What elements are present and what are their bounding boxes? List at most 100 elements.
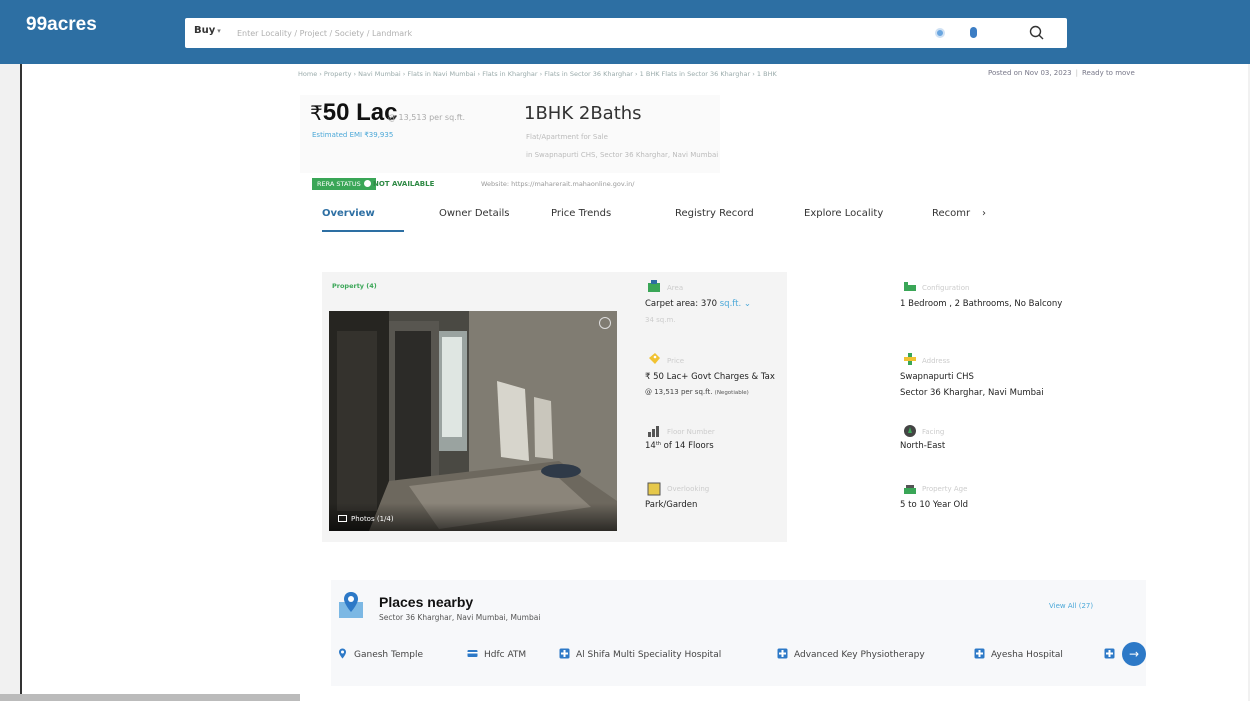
building-age-icon <box>904 485 916 494</box>
nearby-item[interactable]: Advanced Key Physiotherapy <box>777 648 925 660</box>
rera-status: NOT AVAILABLE <box>373 180 435 188</box>
section-tabs: Overview Owner Details Price Trends Regi… <box>322 202 1022 234</box>
overlooking-icon <box>647 482 661 496</box>
places-nearby-subtitle: Sector 36 Kharghar, Navi Mumbai, Mumbai <box>379 613 541 622</box>
camera-icon <box>338 515 347 522</box>
hospital-icon <box>559 648 570 659</box>
search-input[interactable] <box>237 22 917 44</box>
address-icon <box>904 353 916 365</box>
age-value: 5 to 10 Year Old <box>900 500 969 510</box>
possession-status: Ready to move <box>1081 69 1135 77</box>
carpet-area: Carpet area: 370 <box>645 299 718 309</box>
nearby-item[interactable]: Hdfc ATM <box>467 648 526 660</box>
area-value: Carpet area: 370 sq.ft. ⌄ <box>645 299 751 309</box>
floor-icon <box>648 426 659 437</box>
area-sqm: 34 sq.m. <box>645 316 676 324</box>
floor-total: of 14 Floors <box>660 441 714 451</box>
property-config: 1BHK 2Baths <box>524 103 642 124</box>
age-title: Property Age <box>922 485 968 493</box>
address-value: Swapnapurti CHS <box>900 372 974 382</box>
nearby-item-label: Ganesh Temple <box>354 650 424 660</box>
price-value: 50 Lac <box>322 99 398 126</box>
nearby-item[interactable]: Al Shifa Multi Speciality Hospital <box>559 648 721 660</box>
places-nearby-title: Places nearby <box>379 594 474 610</box>
buy-label: Buy <box>194 25 216 36</box>
posted-date: Posted on Nov 03, 2023 <box>988 69 1072 77</box>
floor-number: 14 <box>645 441 656 451</box>
buy-dropdown[interactable]: Buy ▾ <box>194 25 221 36</box>
negotiable-label: (Negotiable) <box>714 390 749 396</box>
price-per-sqft: @ 13,513 per sq.ft. <box>388 113 466 122</box>
location-icon[interactable] <box>935 28 945 38</box>
search-bar: Buy ▾ <box>185 18 1067 48</box>
microphone-icon[interactable] <box>970 27 977 38</box>
active-tab-indicator <box>322 230 404 232</box>
nearby-item[interactable]: Ganesh Temple <box>337 648 423 660</box>
photos-count[interactable]: Photos (1/4) <box>351 515 394 523</box>
places-nearby-section: Places nearby Sector 36 Kharghar, Navi M… <box>331 580 1146 686</box>
site-logo[interactable]: 99acres <box>26 14 97 36</box>
config-value: 1 Bedroom , 2 Bathrooms, No Balcony <box>900 299 1063 309</box>
price-tag-icon <box>649 353 660 364</box>
breadcrumb[interactable]: Home › Property › Navi Mumbai › Flats in… <box>298 70 938 78</box>
rera-website[interactable]: Website: https://maharerait.mahaonline.g… <box>481 180 634 188</box>
info-icon <box>363 180 371 187</box>
nearby-item-partial[interactable] <box>1104 648 1121 660</box>
zoom-icon[interactable] <box>599 317 611 329</box>
nearby-item-label: Hdfc ATM <box>484 650 527 660</box>
search-icon[interactable] <box>1028 24 1046 42</box>
tab-explore-locality[interactable]: Explore Locality <box>804 208 883 219</box>
nearby-item-label: Advanced Key Physiotherapy <box>794 650 925 660</box>
facing-title: Facing <box>922 428 945 436</box>
config-title: Configuration <box>922 284 970 292</box>
facing-value: North-East <box>900 441 946 451</box>
bedroom-photo-image <box>329 311 617 531</box>
property-type: Flat/Apartment for Sale <box>526 133 608 141</box>
hospital-icon <box>777 648 788 659</box>
gallery-label: Property (4) <box>332 282 377 290</box>
tab-owner-details[interactable]: Owner Details <box>439 208 510 219</box>
price-rate: @ 13,513 per sq.ft. <box>645 388 713 396</box>
nearby-list: Ganesh Temple Hdfc ATM Al Shifa Multi Sp… <box>337 648 1127 666</box>
area-unit-dropdown[interactable]: sq.ft. ⌄ <box>720 299 751 309</box>
overlooking-value: Park/Garden <box>645 500 698 510</box>
overlooking-title: Overlooking <box>667 485 710 493</box>
top-header: 99acres Buy ▾ <box>0 0 1250 64</box>
area-title: Area <box>667 284 684 292</box>
map-pin-icon <box>339 592 363 618</box>
view-all-link[interactable]: View All (27) <box>1049 602 1093 610</box>
tab-recommendations[interactable]: Recomr <box>932 208 970 219</box>
posted-info: Posted on Nov 03, 2023 | Ready to move <box>988 69 1135 77</box>
rera-badge[interactable]: RERA STATUS <box>312 178 376 190</box>
property-gallery: Property (4) Photos (1/4) <box>322 272 787 542</box>
atm-card-icon <box>467 650 478 657</box>
price-per-sqft-detail: @ 13,513 per sq.ft. (Negotiable) <box>645 388 749 396</box>
hospital-icon <box>974 648 985 659</box>
price-title: Price <box>667 357 685 365</box>
tab-overview[interactable]: Overview <box>322 208 375 219</box>
nearby-next-button[interactable]: → <box>1122 642 1146 666</box>
tab-price-trends[interactable]: Price Trends <box>551 208 611 219</box>
scrollbar-strip <box>0 694 300 701</box>
area-unit: sq.ft. <box>719 299 742 309</box>
price-detail: ₹ 50 Lac+ Govt Charges & Tax <box>645 372 775 382</box>
price-summary: ₹50 Lac @ 13,513 per sq.ft. Estimated EM… <box>300 95 720 173</box>
nearby-item[interactable]: Ayesha Hospital <box>974 648 1063 660</box>
hospital-icon <box>1104 648 1115 659</box>
compass-icon <box>904 425 916 437</box>
chevron-down-icon: ▾ <box>217 27 221 35</box>
floor-title: Floor Number <box>667 428 715 436</box>
rupee-symbol: ₹ <box>310 103 323 125</box>
location-pin-icon <box>339 648 346 659</box>
property-photo[interactable]: Photos (1/4) <box>329 311 617 531</box>
address-title: Address <box>922 357 950 365</box>
bed-icon <box>904 282 916 291</box>
estimated-emi-link[interactable]: Estimated EMI ₹39,935 <box>312 131 393 139</box>
tabs-next-chevron[interactable]: › <box>982 208 986 219</box>
floor-value: 14th of 14 Floors <box>645 441 714 451</box>
rera-badge-label: RERA STATUS <box>317 180 361 188</box>
tab-registry-record[interactable]: Registry Record <box>675 208 754 219</box>
nearby-item-label: Al Shifa Multi Speciality Hospital <box>576 650 722 660</box>
listing-price: ₹50 Lac <box>310 99 397 127</box>
address-locality: Sector 36 Kharghar, Navi Mumbai <box>900 388 1044 398</box>
